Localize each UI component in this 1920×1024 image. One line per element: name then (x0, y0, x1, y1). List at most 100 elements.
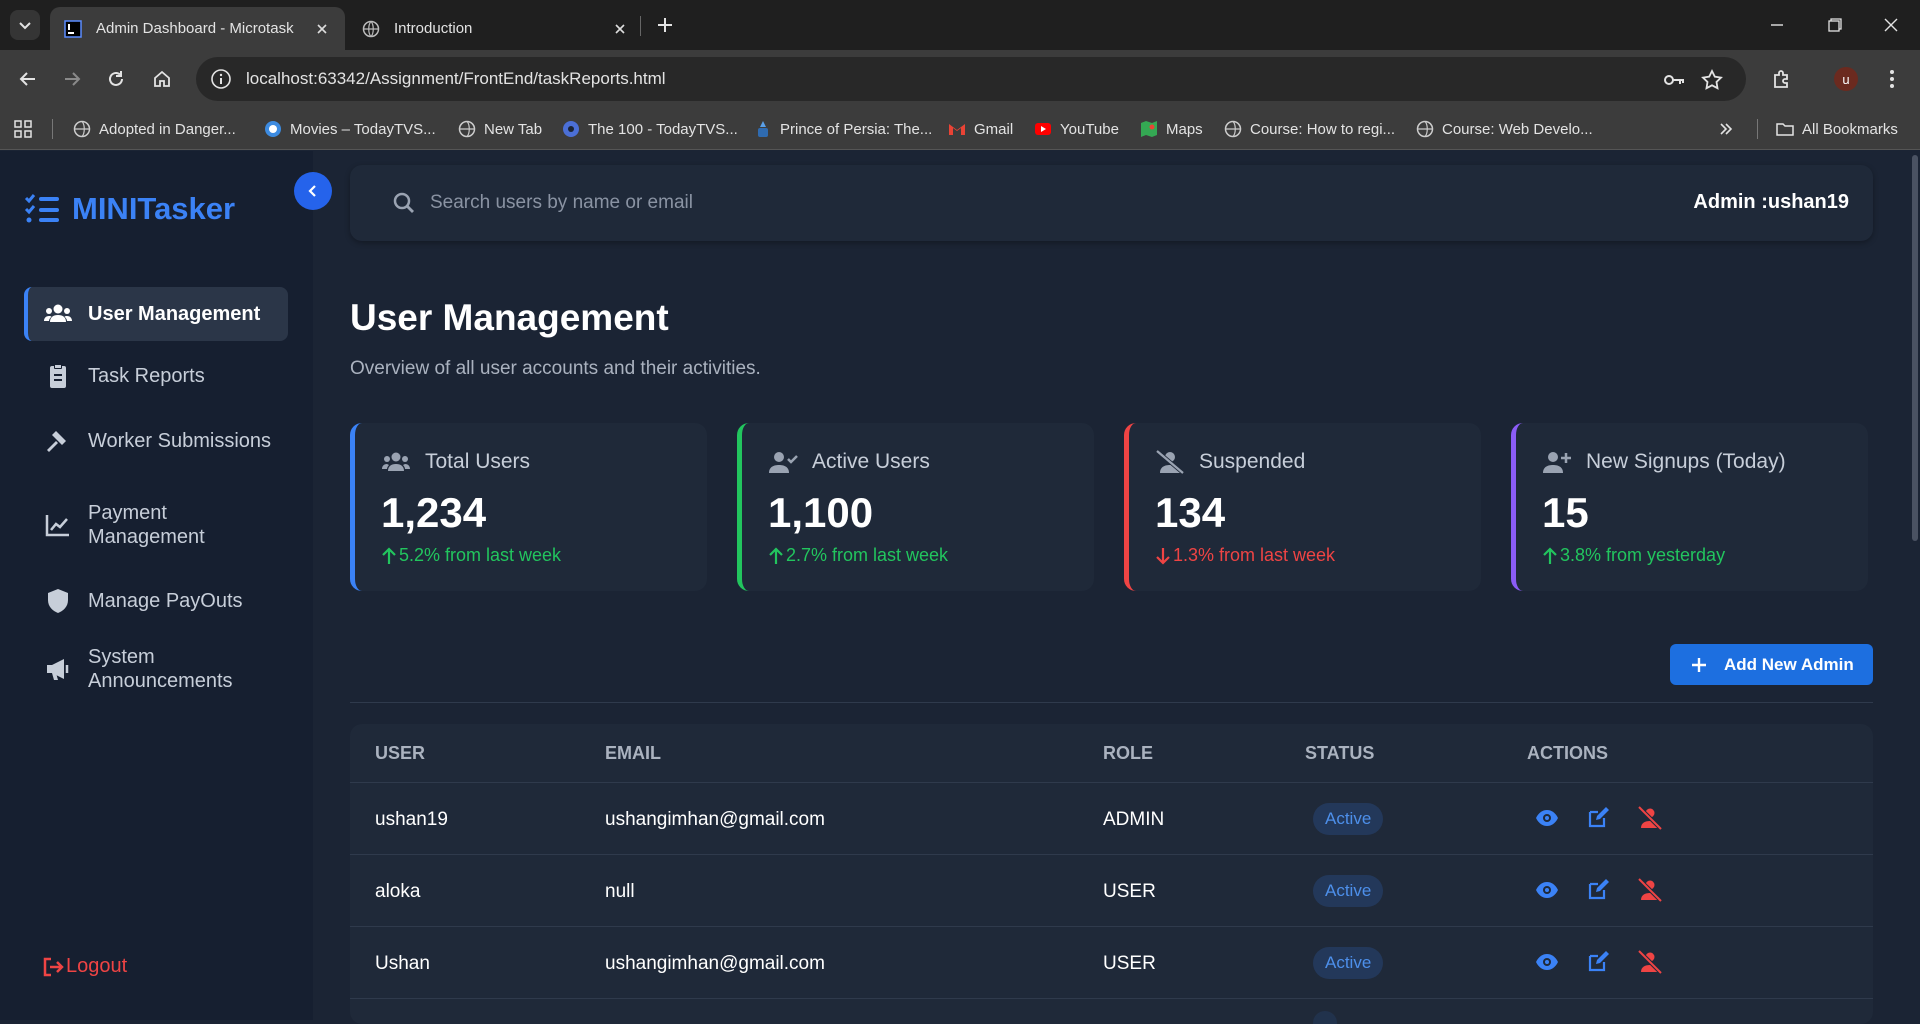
search-input[interactable] (430, 185, 1130, 221)
forward-button[interactable] (56, 64, 88, 94)
sidebar-item-worker-submissions[interactable]: Worker Submissions (24, 409, 288, 473)
suspend-user-icon[interactable] (1638, 806, 1662, 830)
tab-search-button[interactable] (10, 10, 40, 40)
users-icon (382, 452, 410, 471)
scrollbar-thumb[interactable] (1912, 155, 1918, 541)
globe-icon (1416, 120, 1434, 138)
suspend-user-icon[interactable] (1638, 878, 1662, 902)
close-window-button[interactable] (1862, 0, 1920, 50)
key-icon[interactable] (1662, 68, 1686, 92)
arrow-up-icon (1543, 546, 1557, 564)
app-logo[interactable]: MINITasker (24, 191, 235, 227)
maps-icon (1141, 121, 1157, 137)
view-eye-icon[interactable] (1535, 950, 1559, 974)
bookmark-item[interactable]: New Tab (458, 117, 542, 141)
cell-user: Ushan (375, 953, 430, 974)
stat-label: Total Users (425, 450, 531, 473)
globe-icon (73, 120, 91, 138)
bookmark-label: YouTube (1060, 120, 1119, 138)
site-icon (265, 121, 281, 137)
view-eye-icon[interactable] (1535, 806, 1559, 830)
table-header: USER EMAIL ROLE STATUS ACTIONS (350, 724, 1873, 783)
stat-card-header: Total Users (381, 449, 530, 475)
restore-button[interactable] (1806, 0, 1864, 50)
more-vertical-icon (1890, 70, 1894, 88)
minimize-button[interactable] (1748, 0, 1806, 50)
bookmark-item[interactable]: Gmail (948, 117, 1013, 141)
sidebar-item-label: Payment Management (88, 502, 205, 548)
stat-card-header: Active Users (768, 449, 930, 475)
cell-user: ushan19 (375, 809, 448, 830)
cell-user: aloka (375, 881, 421, 902)
sidebar-item-user-management[interactable]: User Management (24, 287, 288, 341)
bookmark-label: The 100 - TodayTVS... (588, 120, 738, 138)
sidebar-item-label: User Management (88, 302, 261, 325)
gmail-icon (949, 124, 965, 135)
page-subtitle: Overview of all user accounts and their … (350, 358, 761, 379)
stat-card-active-users: Active Users 1,100 2.7% from last week (737, 423, 1094, 591)
more-bookmarks-button[interactable] (1718, 117, 1734, 141)
star-icon[interactable] (1700, 68, 1724, 92)
close-tab-icon[interactable] (611, 20, 629, 38)
chart-line-icon (45, 515, 69, 537)
sidebar-item-payment-management[interactable]: Payment Management (24, 493, 288, 557)
sidebar-item-system-announcements[interactable]: System Announcements (24, 637, 288, 701)
edit-icon[interactable] (1586, 878, 1610, 902)
add-new-admin-button[interactable]: Add New Admin (1670, 644, 1873, 685)
cell-role: USER (1103, 881, 1156, 902)
sidebar-item-task-reports[interactable]: Task Reports (24, 351, 288, 401)
suspend-user-icon[interactable] (1638, 950, 1662, 974)
bookmark-item[interactable]: Movies – TodayTVS... (264, 117, 436, 141)
bookmark-item[interactable]: Maps (1140, 117, 1203, 141)
site-info-icon[interactable] (210, 68, 232, 90)
column-header-role[interactable]: ROLE (1103, 743, 1153, 764)
column-header-email[interactable]: EMAIL (605, 743, 661, 764)
stat-label: Active Users (812, 450, 930, 473)
sidebar-item-manage-payouts[interactable]: Manage PayOuts (24, 576, 288, 626)
bookmark-item[interactable]: Prince of Persia: The... (754, 117, 932, 141)
globe-icon (1224, 120, 1242, 138)
bookmark-label: Course: Web Develo... (1442, 120, 1593, 138)
all-bookmarks-button[interactable]: All Bookmarks (1776, 117, 1898, 141)
user-plus-icon (1543, 452, 1571, 473)
collapse-sidebar-button[interactable] (294, 172, 332, 210)
bookmark-divider (52, 119, 53, 139)
scrollbar-track[interactable] (1910, 151, 1920, 1020)
reload-button[interactable] (100, 64, 132, 94)
bookmark-item[interactable]: The 100 - TodayTVS... (562, 117, 738, 141)
address-bar[interactable]: localhost:63342/Assignment/FrontEnd/task… (196, 57, 1746, 101)
view-eye-icon[interactable] (1535, 878, 1559, 902)
sidebar-item-label: Task Reports (88, 364, 205, 387)
new-tab-button[interactable] (652, 12, 678, 38)
bookmark-item[interactable]: YouTube (1034, 117, 1119, 141)
column-header-user[interactable]: USER (375, 743, 425, 764)
minimize-icon (1771, 24, 1783, 26)
browser-tab-bar: Admin Dashboard - Microtask Introduction (0, 0, 1920, 50)
bookmark-label: Course: How to regi... (1250, 120, 1396, 138)
browser-tab[interactable]: Introduction (348, 7, 643, 50)
browser-tab-active[interactable]: Admin Dashboard - Microtask (50, 7, 345, 50)
hammer-icon (47, 431, 66, 452)
column-header-status[interactable]: STATUS (1305, 743, 1374, 764)
stat-delta: 2.7% from last week (768, 545, 948, 566)
globe-icon (362, 20, 380, 37)
home-button[interactable] (146, 64, 178, 94)
bookmark-item[interactable]: Adopted in Danger... (73, 117, 236, 141)
extensions-button[interactable] (1766, 64, 1798, 94)
edit-icon[interactable] (1586, 950, 1610, 974)
logout-button[interactable]: Logout (42, 955, 127, 978)
shield-icon (48, 589, 68, 613)
close-tab-icon[interactable] (313, 20, 331, 38)
youtube-icon (1035, 123, 1051, 135)
bookmark-item[interactable]: Course: Web Develo... (1416, 117, 1593, 141)
browser-menu-button[interactable] (1876, 64, 1908, 94)
profile-button[interactable]: u (1830, 64, 1862, 94)
apps-button[interactable] (14, 117, 40, 141)
bookmark-item[interactable]: Course: How to regi... (1224, 117, 1395, 141)
edit-icon[interactable] (1586, 806, 1610, 830)
stat-label: Suspended (1199, 450, 1306, 473)
back-button[interactable] (12, 64, 44, 94)
tab-separator (640, 16, 641, 36)
arrow-up-icon (382, 546, 396, 564)
chevron-left-icon (308, 185, 316, 197)
